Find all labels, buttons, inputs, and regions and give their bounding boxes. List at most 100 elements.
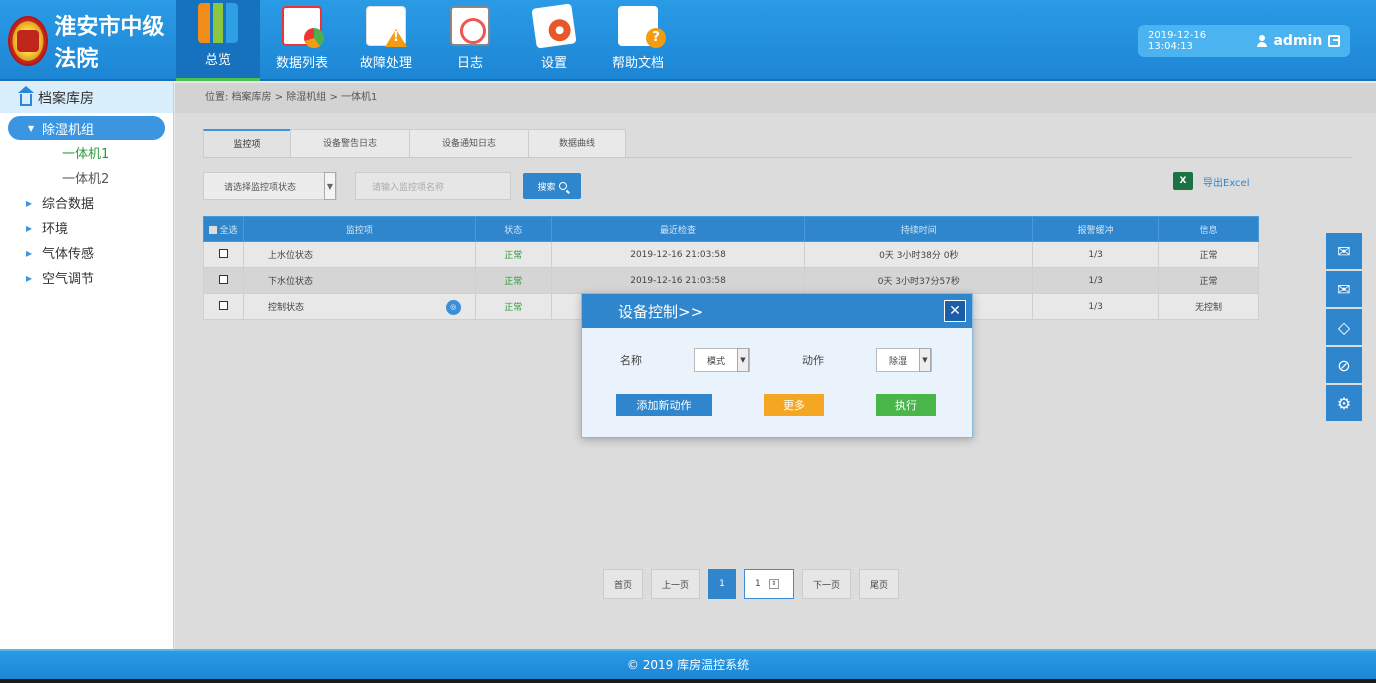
- add-action-button[interactable]: 添加新动作: [616, 394, 712, 416]
- nav-label: 设置: [540, 56, 567, 71]
- header-info: 信息: [1158, 216, 1259, 242]
- table-row: 上水位状态 正常 2019-12-16 21:03:58 0天 3小时38分 0…: [203, 241, 1259, 268]
- export-excel-button[interactable]: X 导出Excel: [1173, 172, 1250, 190]
- taskbar: [0, 679, 1376, 683]
- page-next-button[interactable]: 下一页: [802, 569, 852, 599]
- data-list-icon: [282, 6, 324, 48]
- dialog-buttons: 添加新动作 更多 执行: [582, 394, 972, 416]
- main-nav: 总览 数据列表 故障处理 日志 设置 帮助文档: [176, 0, 680, 81]
- excel-icon: X: [1173, 172, 1193, 190]
- checkbox-icon: [209, 226, 218, 234]
- table-row: 下水位状态 正常 2019-12-16 21:03:58 0天 3小时37分57…: [203, 267, 1259, 294]
- checkbox[interactable]: [218, 300, 228, 310]
- pagination: 首页 上一页 1 1 ⇕ 下一页 尾页: [603, 569, 900, 599]
- court-emblem-icon: [8, 15, 49, 66]
- sidebar: 档案库房 除湿机组 一体机1 一体机2 综合数据 环境 气体传感 空气调节: [0, 83, 174, 649]
- sidebar-group-dehumidifier[interactable]: 除湿机组: [8, 116, 165, 140]
- bell-off-icon[interactable]: ⊘: [1326, 347, 1362, 383]
- cell-buffer: 1/3: [1032, 241, 1160, 268]
- nav-label: 故障处理: [359, 56, 412, 71]
- cell-name: 下水位状态: [242, 267, 476, 294]
- header-alarm-buffer: 报警缓冲: [1032, 216, 1160, 242]
- chevron-down-icon: ▼: [324, 172, 336, 200]
- action-select-value: 除湿: [889, 356, 908, 367]
- cell-duration: 0天 3小时38分 0秒: [804, 241, 1034, 268]
- right-toolbar: ✉ ✉ ◇ ⊘ ⚙: [1326, 233, 1362, 423]
- checkbox[interactable]: [218, 248, 228, 258]
- sidebar-header[interactable]: 档案库房: [0, 83, 173, 113]
- logo-text: 淮安市中级法院: [54, 13, 165, 72]
- cell-status: 正常: [474, 267, 552, 294]
- logout-icon[interactable]: [1328, 35, 1340, 47]
- cell-last-check: 2019-12-16 21:03:58: [550, 241, 806, 268]
- page-last-button[interactable]: 尾页: [859, 569, 900, 599]
- username[interactable]: admin: [1273, 33, 1322, 49]
- datetime: 2019-12-16 13:04:13: [1148, 30, 1207, 52]
- tab-data-curve[interactable]: 数据曲线: [528, 129, 626, 157]
- sidebar-subitem-unit2[interactable]: 一体机2: [0, 165, 173, 190]
- header-select-all: 全选: [219, 225, 238, 236]
- execute-button[interactable]: 执行: [876, 394, 936, 416]
- name-select-value: 模式: [707, 356, 726, 367]
- page-first-button[interactable]: 首页: [603, 569, 644, 599]
- sidebar-item-general-data[interactable]: 综合数据: [0, 190, 173, 215]
- checkbox[interactable]: [218, 274, 228, 284]
- nav-data-list[interactable]: 数据列表: [260, 0, 344, 81]
- sidebar-title: 档案库房: [38, 91, 94, 107]
- cell-status: 正常: [474, 241, 552, 268]
- user-icon: [1256, 35, 1268, 47]
- page-number-input[interactable]: 1 ⇕: [744, 569, 795, 599]
- breadcrumb: 位置: 档案库房 > 除湿机组 > 一体机1: [175, 83, 1376, 113]
- cell-info: 无控制: [1158, 293, 1259, 320]
- mail-icon[interactable]: ✉: [1326, 233, 1362, 269]
- nav-log[interactable]: 日志: [428, 0, 512, 81]
- search-button[interactable]: 搜索: [523, 173, 581, 199]
- sidebar-item-gas-sensor[interactable]: 气体传感: [0, 240, 173, 265]
- tab-notify-log[interactable]: 设备通知日志: [409, 129, 529, 157]
- search-input[interactable]: 请输入监控项名称: [355, 172, 511, 200]
- tab-warning-log[interactable]: 设备警告日志: [290, 129, 410, 157]
- select-all-header[interactable]: 全选: [203, 216, 244, 242]
- tab-monitor-items[interactable]: 监控项: [203, 129, 291, 157]
- page-current[interactable]: 1: [708, 569, 737, 599]
- page-input-value: 1: [755, 579, 761, 589]
- filter-bar: 请选择监控项状态 ▼ 请输入监控项名称 搜索 X 导出Excel: [203, 172, 1353, 200]
- header-status: 状态: [474, 216, 552, 242]
- page-prev-button[interactable]: 上一页: [651, 569, 701, 599]
- control-icon[interactable]: ◎: [445, 300, 461, 315]
- status-select[interactable]: 请选择监控项状态 ▼: [203, 172, 337, 200]
- cell-info: 正常: [1158, 241, 1259, 268]
- table-header-row: 全选 监控项 状态 最近检查 持续时间 报警缓冲 信息: [203, 216, 1259, 242]
- cell-status: 正常: [474, 293, 552, 320]
- row-checkbox[interactable]: [203, 293, 244, 320]
- dialog-title: 设备控制>>: [618, 302, 704, 321]
- cell-buffer: 1/3: [1032, 293, 1160, 320]
- nav-help[interactable]: 帮助文档: [596, 0, 680, 81]
- cell-name: 控制状态 ◎: [242, 293, 476, 320]
- nav-overview[interactable]: 总览: [176, 0, 260, 81]
- gear-icon[interactable]: ⚙: [1326, 385, 1362, 421]
- spinner-icon[interactable]: ⇕: [768, 579, 779, 589]
- nav-label: 数据列表: [275, 56, 328, 71]
- nav-label: 帮助文档: [611, 56, 664, 71]
- name-select[interactable]: 模式 ▼: [694, 348, 750, 372]
- nav-settings[interactable]: 设置: [512, 0, 596, 81]
- bell-icon[interactable]: ◇: [1326, 309, 1362, 345]
- sidebar-subitem-unit1[interactable]: 一体机1: [0, 140, 173, 165]
- row-checkbox[interactable]: [203, 267, 244, 294]
- close-icon[interactable]: ✕: [944, 300, 966, 322]
- action-select[interactable]: 除湿 ▼: [876, 348, 932, 372]
- cell-name-text: 控制状态: [267, 303, 304, 313]
- search-icon: [558, 182, 567, 190]
- sidebar-item-air-conditioning[interactable]: 空气调节: [0, 265, 173, 290]
- overview-icon: [198, 3, 238, 43]
- more-button[interactable]: 更多: [764, 394, 824, 416]
- dialog-form-row: 名称 模式 ▼ 动作 除湿 ▼: [582, 348, 972, 372]
- user-box: 2019-12-16 13:04:13 admin: [1138, 25, 1350, 57]
- mail-settings-icon[interactable]: ✉: [1326, 271, 1362, 307]
- tab-bar: 监控项 设备警告日志 设备通知日志 数据曲线: [203, 129, 1353, 158]
- nav-fault[interactable]: 故障处理: [344, 0, 428, 81]
- content-area: 监控项 设备警告日志 设备通知日志 数据曲线 请选择监控项状态 ▼ 请输入监控项…: [203, 129, 1353, 599]
- row-checkbox[interactable]: [203, 241, 244, 268]
- sidebar-item-environment[interactable]: 环境: [0, 215, 173, 240]
